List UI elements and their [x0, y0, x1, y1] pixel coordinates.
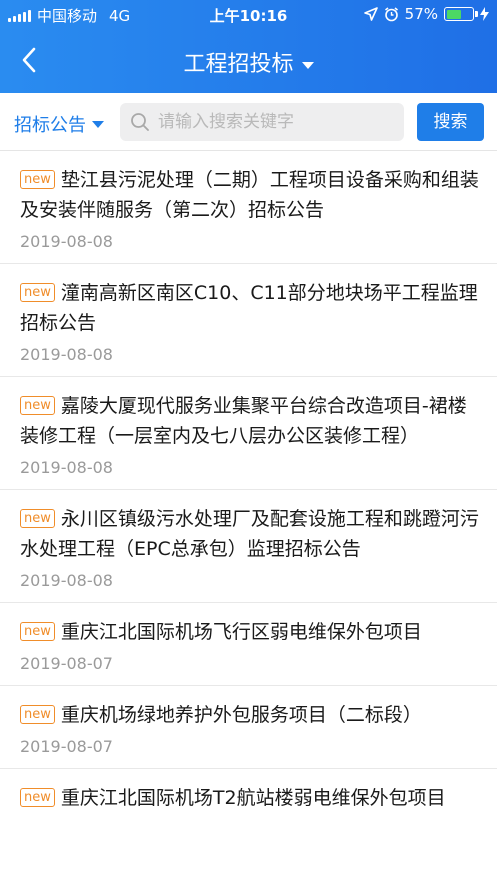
item-date: 2019-08-08	[20, 232, 113, 251]
caret-down-icon	[92, 120, 104, 128]
item-title: new 嘉陵大厦现代服务业集聚平台综合改造项目-裙楼装修工程（一层室内及七八层办公…	[20, 395, 467, 447]
new-badge: new	[20, 509, 55, 528]
item-title: new 重庆江北国际机场飞行区弱电维保外包项目	[20, 617, 479, 647]
item-title: new 潼南高新区南区C10、C11部分地块场平工程监理招标公告	[20, 282, 478, 334]
item-title: new 重庆江北国际机场T2航站楼弱电维保外包项目	[20, 783, 479, 813]
header: 中国移动 4G 上午10:16 57% 工程招投标	[0, 0, 497, 93]
category-filter-dropdown[interactable]: 招标公告	[14, 111, 104, 137]
caret-down-icon	[301, 61, 314, 69]
item-title: new 重庆机场绿地养护外包服务项目（二标段）	[20, 700, 479, 730]
new-badge: new	[20, 283, 55, 302]
tender-list: new 垫江县污泥处理（二期）工程项目设备采购和组装及安装伴随服务（第二次）招标公…	[0, 151, 497, 829]
search-icon	[131, 113, 149, 131]
list-item[interactable]: new 重庆江北国际机场T2航站楼弱电维保外包项目	[0, 769, 497, 829]
item-title: new 永川区镇级污水处理厂及配套设施工程和跳蹬河污水处理工程（EPC总承包）监理…	[20, 508, 479, 560]
charging-icon	[480, 7, 489, 21]
list-item[interactable]: new 重庆机场绿地养护外包服务项目（二标段） 2019-08-07	[0, 686, 497, 769]
category-filter-label: 招标公告	[14, 115, 86, 136]
item-date: 2019-08-07	[20, 654, 113, 673]
item-title: new 垫江县污泥处理（二期）工程项目设备采购和组装及安装伴随服务（第二次）招标公…	[20, 169, 479, 221]
search-bar: 招标公告 搜索	[0, 93, 497, 151]
alarm-icon	[384, 6, 398, 21]
location-arrow-icon	[363, 7, 378, 21]
list-item[interactable]: new 重庆江北国际机场飞行区弱电维保外包项目 2019-08-07	[0, 603, 497, 686]
list-item[interactable]: new 潼南高新区南区C10、C11部分地块场平工程监理招标公告 2019-08-…	[0, 264, 497, 377]
new-badge: new	[20, 788, 55, 807]
new-badge: new	[20, 396, 55, 415]
list-item[interactable]: new 垫江县污泥处理（二期）工程项目设备采购和组装及安装伴随服务（第二次）招标公…	[0, 151, 497, 264]
item-date: 2019-08-08	[20, 458, 113, 477]
new-badge: new	[20, 705, 55, 724]
page-title: 工程招投标	[183, 52, 294, 77]
item-date: 2019-08-08	[20, 571, 113, 590]
new-badge: new	[20, 622, 55, 641]
search-button[interactable]: 搜索	[417, 103, 484, 141]
list-item[interactable]: new 嘉陵大厦现代服务业集聚平台综合改造项目-裙楼装修工程（一层室内及七八层办公…	[0, 377, 497, 490]
search-input[interactable]	[158, 109, 396, 135]
status-bar: 中国移动 4G 上午10:16 57%	[0, 0, 497, 28]
battery-percent: 57%	[404, 5, 438, 23]
page-title-dropdown[interactable]: 工程招投标	[0, 46, 497, 78]
new-badge: new	[20, 170, 55, 189]
list-item[interactable]: new 永川区镇级污水处理厂及配套设施工程和跳蹬河污水处理工程（EPC总承包）监理…	[0, 490, 497, 603]
battery-icon	[444, 7, 478, 21]
search-box	[120, 103, 404, 141]
item-date: 2019-08-08	[20, 345, 113, 364]
item-date: 2019-08-07	[20, 737, 113, 756]
navigation-bar: 工程招投标	[0, 28, 497, 93]
